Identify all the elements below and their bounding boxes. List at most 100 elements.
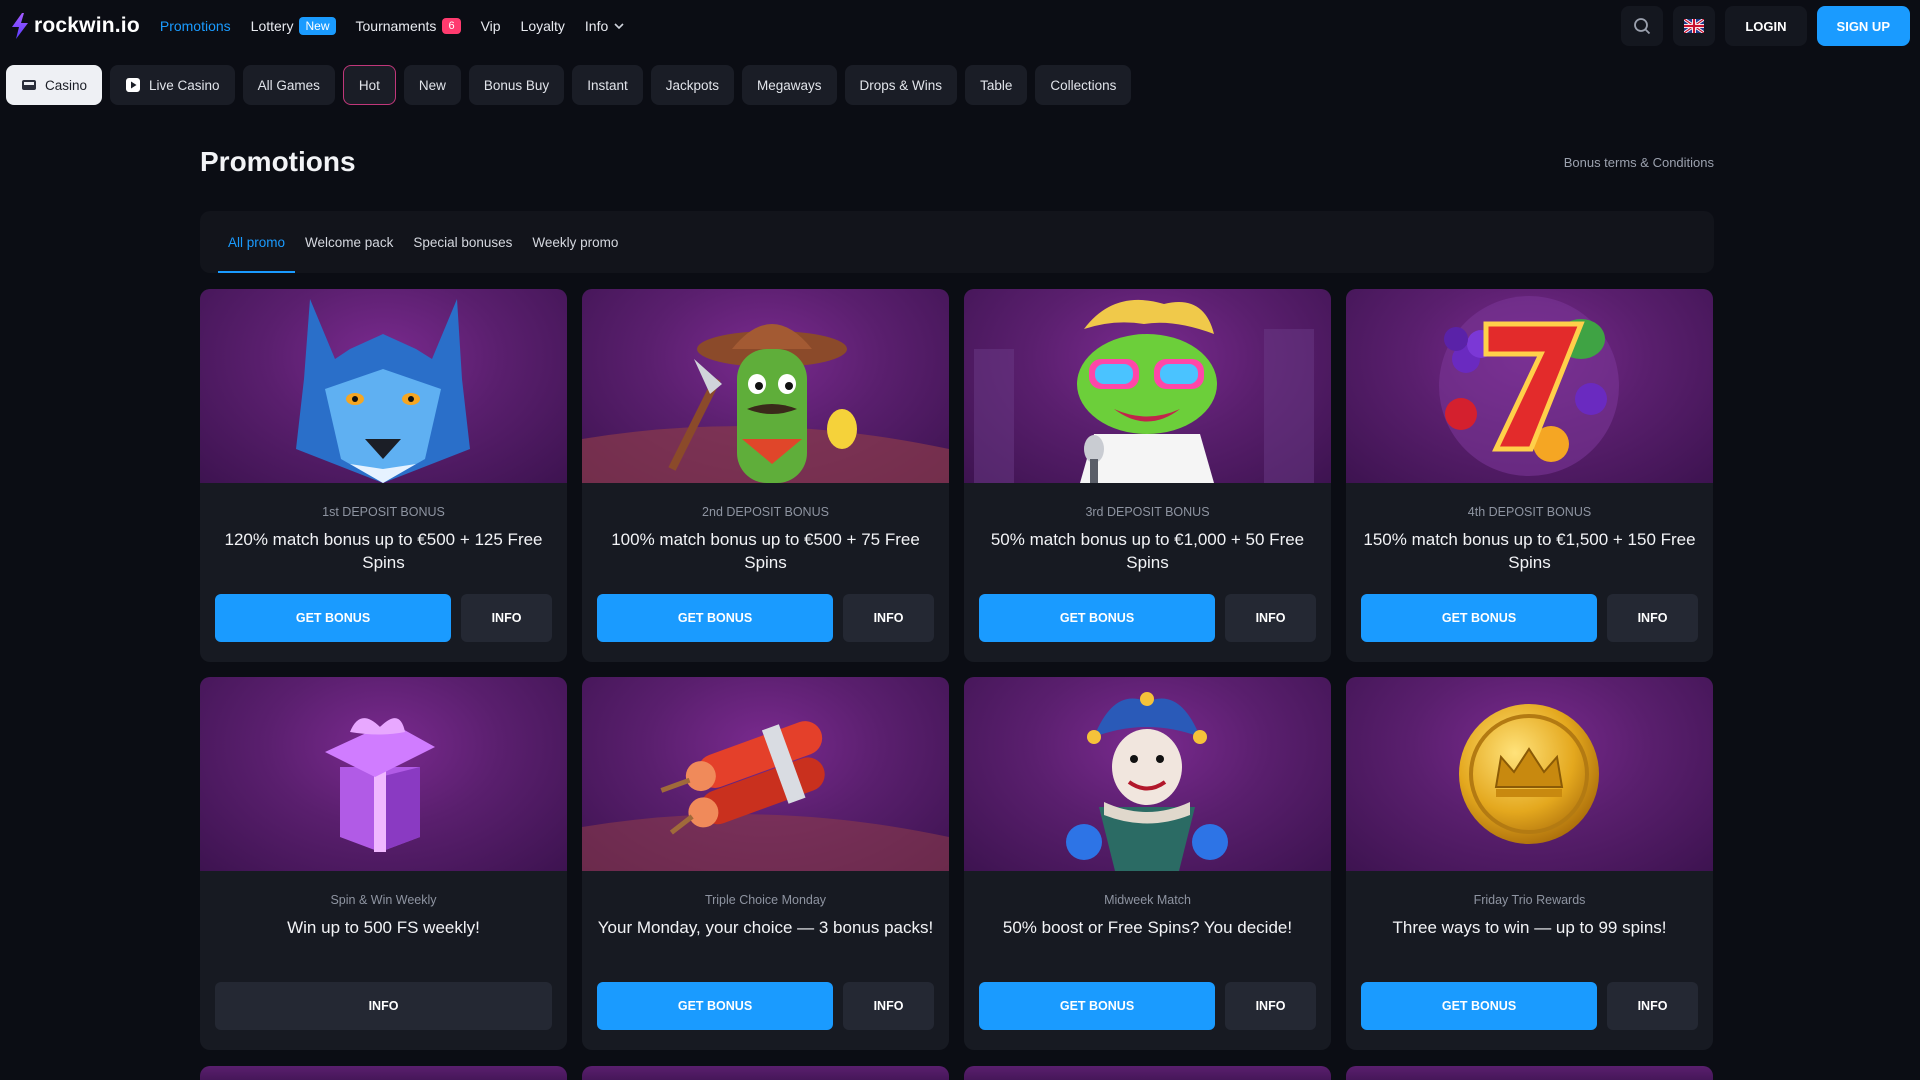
promo-grid: 1st DEPOSIT BONUS 120% match bonus up to… (200, 289, 1714, 1050)
cactus-cowboy-icon (582, 324, 949, 483)
main-nav: Promotions Lottery New Tournaments 6 Vip… (160, 17, 624, 35)
top-navigation: rockwin.io Promotions Lottery New Tourna… (0, 0, 1920, 52)
get-bonus-button[interactable]: GET BONUS (979, 982, 1215, 1030)
promo-subtitle: Spin & Win Weekly (330, 893, 437, 907)
category-label: Table (980, 77, 1013, 93)
nav-info[interactable]: Info (585, 18, 624, 34)
login-button[interactable]: LOGIN (1725, 6, 1807, 46)
info-button[interactable]: INFO (215, 982, 552, 1030)
category-label: Drops & Wins (859, 77, 943, 93)
count-badge: 6 (442, 18, 461, 34)
category-label: Instant (587, 77, 628, 93)
tab-all-promo[interactable]: All promo (218, 211, 296, 273)
category-label: Collections (1050, 77, 1117, 93)
category-hot[interactable]: Hot (342, 65, 396, 105)
promo-content: Midweek Match 50% boost or Free Spins? Y… (964, 893, 1331, 962)
info-button[interactable]: INFO (1607, 594, 1698, 642)
promo-content: Triple Choice Monday Your Monday, your c… (582, 893, 949, 962)
get-bonus-button[interactable]: GET BONUS (1361, 982, 1597, 1030)
nav-label: Vip (480, 18, 501, 34)
promo-content: 3rd DEPOSIT BONUS 50% match bonus up to … (964, 505, 1331, 574)
promo-title: 100% match bonus up to €500 + 75 Free Sp… (611, 530, 920, 572)
tab-welcome-pack[interactable]: Welcome pack (295, 211, 403, 273)
search-button[interactable] (1621, 6, 1664, 46)
info-button[interactable]: INFO (843, 982, 934, 1030)
promo-title: 50% match bonus up to €1,000 + 50 Free S… (990, 530, 1305, 572)
tab-weekly-promo[interactable]: Weekly promo (522, 211, 628, 273)
lucky-seven-icon (1439, 296, 1619, 476)
casino-icon (22, 80, 36, 90)
promo-image (1346, 289, 1713, 483)
chevron-down-icon (614, 23, 624, 29)
nav-label: Lottery (250, 18, 294, 34)
nav-promotions[interactable]: Promotions (160, 18, 231, 34)
category-label: Jackpots (665, 77, 719, 93)
info-button[interactable]: INFO (843, 594, 934, 642)
get-bonus-button[interactable]: GET BONUS (597, 982, 833, 1030)
category-megaways[interactable]: Megaways (742, 65, 837, 105)
info-button[interactable]: INFO (461, 594, 552, 642)
category-collections[interactable]: Collections (1035, 65, 1132, 105)
promo-image (964, 677, 1331, 871)
promo-subtitle: Triple Choice Monday (704, 893, 827, 907)
info-button[interactable]: INFO (1225, 594, 1316, 642)
uk-flag-icon (1684, 19, 1705, 33)
signup-button[interactable]: SIGN UP (1816, 6, 1910, 46)
promo-title: 50% boost or Free Spins? You decide! (1002, 918, 1293, 937)
nav-label: Tournaments (355, 18, 437, 34)
get-bonus-button[interactable]: GET BONUS (979, 594, 1215, 642)
promo-card: 4th DEPOSIT BONUS 150% match bonus up to… (1346, 289, 1713, 662)
category-casino[interactable]: Casino (6, 65, 103, 105)
promo-actions: GET BONUS INFO (1361, 594, 1698, 642)
category-table[interactable]: Table (965, 65, 1028, 105)
promo-actions: GET BONUS INFO (597, 982, 934, 1030)
nav-vip[interactable]: Vip (481, 18, 501, 34)
promo-card: 3rd DEPOSIT BONUS 50% match bonus up to … (964, 289, 1331, 662)
nav-loyalty[interactable]: Loyalty (521, 18, 565, 34)
category-instant[interactable]: Instant (572, 65, 643, 105)
logo[interactable]: rockwin.io (10, 13, 140, 39)
tab-special-bonuses[interactable]: Special bonuses (403, 211, 522, 273)
header-actions: LOGIN SIGN UP (1621, 6, 1910, 46)
gift-box-icon (325, 718, 435, 852)
get-bonus-button[interactable]: GET BONUS (597, 594, 833, 642)
nav-tournaments[interactable]: Tournaments 6 (356, 18, 461, 34)
page-title: Promotions (200, 146, 356, 177)
promo-title: Three ways to win — up to 99 spins! (1392, 918, 1667, 937)
promo-tabs: All promo Welcome pack Special bonuses W… (200, 211, 1714, 273)
get-bonus-button[interactable]: GET BONUS (1361, 594, 1597, 642)
category-label: Live Casino (149, 77, 220, 93)
promo-image (582, 289, 949, 483)
promo-actions: GET BONUS INFO (1361, 982, 1698, 1030)
category-jackpots[interactable]: Jackpots (650, 65, 734, 105)
category-bonus-buy[interactable]: Bonus Buy (468, 65, 565, 105)
promo-title: Your Monday, your choice — 3 bonus packs… (597, 918, 934, 937)
promo-card: Spin & Win Weekly Win up to 500 FS weekl… (200, 677, 567, 1050)
promo-card: Midweek Match 50% boost or Free Spins? Y… (964, 677, 1331, 1050)
info-button[interactable]: INFO (1607, 982, 1698, 1030)
promo-card-peek (964, 1066, 1331, 1080)
category-new[interactable]: New (403, 65, 461, 105)
nav-label: Promotions (159, 18, 231, 34)
new-badge: New (299, 17, 336, 35)
promo-image (200, 677, 567, 871)
info-button[interactable]: INFO (1225, 982, 1316, 1030)
get-bonus-button[interactable]: GET BONUS (215, 594, 451, 642)
category-all-games[interactable]: All Games (242, 65, 335, 105)
promo-card-peek (1346, 1066, 1713, 1080)
bonus-terms-link[interactable]: Bonus terms & Conditions (1564, 155, 1714, 170)
category-bar: Casino Live Casino All Games Hot New Bon… (6, 65, 1132, 105)
category-live-casino[interactable]: Live Casino (110, 65, 235, 105)
jester-icon (1066, 692, 1228, 871)
promo-subtitle: 3rd DEPOSIT BONUS (1085, 505, 1210, 519)
promo-card: Friday Trio Rewards Three ways to win — … (1346, 677, 1713, 1050)
promo-image (582, 677, 949, 871)
nav-lottery[interactable]: Lottery New (251, 17, 336, 35)
gold-coin-icon (1459, 704, 1599, 844)
promo-card: 2nd DEPOSIT BONUS 100% match bonus up to… (582, 289, 949, 662)
promo-title: 120% match bonus up to €500 + 125 Free S… (224, 530, 543, 572)
promo-card-peek (200, 1066, 567, 1080)
language-button[interactable] (1673, 6, 1716, 46)
category-label: Casino (45, 77, 88, 93)
category-drops-wins[interactable]: Drops & Wins (844, 65, 958, 105)
